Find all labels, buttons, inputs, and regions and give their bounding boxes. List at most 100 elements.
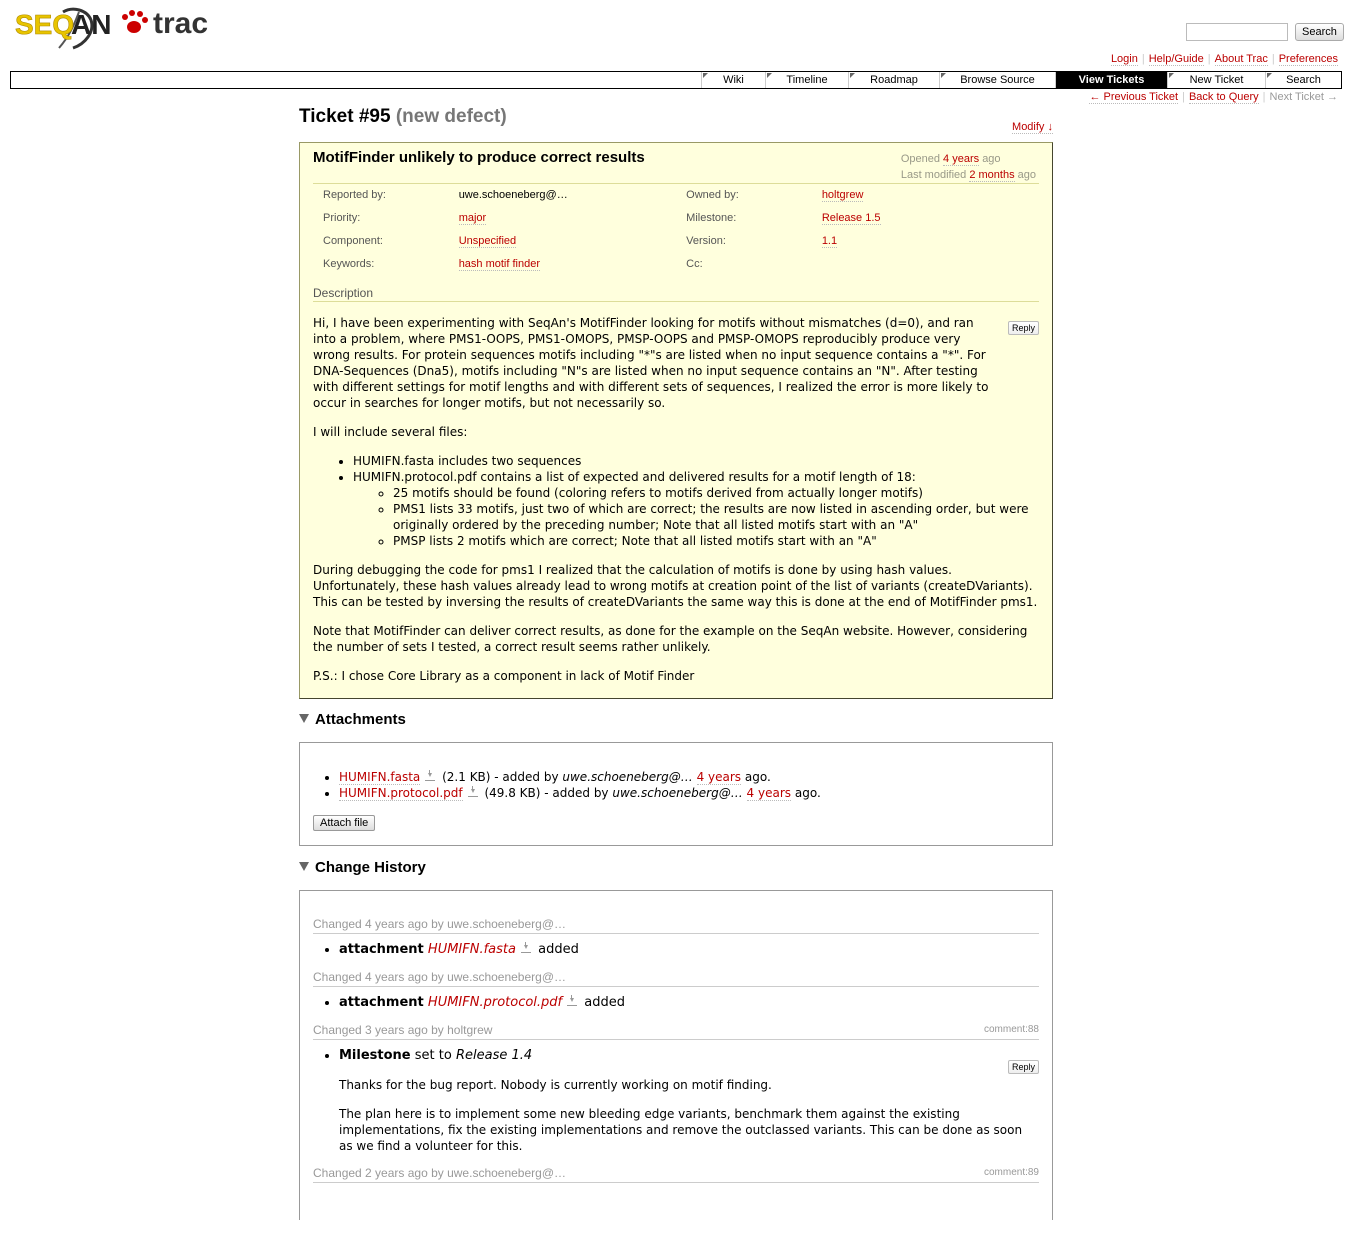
description-paragraph: Note that MotifFinder can deliver correc… [313,624,1028,654]
comment-paragraph: The plan here is to implement some new b… [339,1107,1023,1153]
cc-label: Cc: [686,258,703,270]
comment-number[interactable]: comment:88 [984,1023,1039,1037]
list-item: PMS1 lists 33 motifs, just two of which … [393,501,1039,533]
component-link[interactable]: Unspecified [458,235,517,248]
attachment-time-link[interactable]: 4 years [696,770,742,785]
section-title: Change History [315,859,426,876]
attachments-heading[interactable]: Attachments [299,710,1053,730]
attachments-box: HUMIFN.fasta (2.1 KB) - added by uwe.sch… [299,742,1053,846]
previous-ticket-link[interactable]: ← Previous Ticket [1089,91,1179,104]
section-title: Attachments [315,711,406,728]
attachment-link[interactable]: HUMIFN.fasta [428,942,516,957]
change-list: Milestone set to Release 1.4 [313,1048,1039,1064]
tab-roadmap[interactable]: Roadmap [848,72,939,88]
props-row: Reported by: uwe.schoeneberg@… Owned by:… [313,184,1039,208]
owned-by-link[interactable]: holtgrew [821,189,864,202]
meta-navigation: Login | Help/Guide | About Trac | Preferences [1107,53,1342,66]
back-to-query-link[interactable]: Back to Query [1188,91,1259,104]
change-body: Reply Milestone set to Release 1.4 Thank… [313,1048,1039,1154]
logo-text: trac [153,7,208,40]
ticket-status: (new defect) [395,106,507,127]
priority-label: Priority: [323,212,361,224]
change-value: Release 1.4 [455,1048,533,1063]
milestone-link[interactable]: Release 1.5 [821,212,881,225]
keywords-link[interactable]: hash motif finder [458,258,541,271]
separator: | [1262,91,1266,103]
search-input[interactable] [1186,23,1288,41]
reply-button[interactable]: Reply [1007,321,1039,335]
list-item-text: HUMIFN.protocol.pdf contains a list of e… [353,470,916,484]
keywords-label: Keywords: [323,258,375,270]
tab-timeline[interactable]: Timeline [765,72,848,88]
change-history-heading[interactable]: Change History [299,858,1053,878]
change-list: attachment HUMIFN.fasta added [313,942,1039,958]
download-icon[interactable] [467,786,478,797]
priority-link[interactable]: major [458,212,487,225]
corner-icon [941,73,946,78]
description-body: Hi, I have been experimenting with SeqAn… [313,315,1039,684]
seqan-trac-logo[interactable]: SEQ AN trac [15,4,235,54]
corner-icon [1169,73,1174,78]
attachment-author: uwe.schoeneberg@… [562,770,693,784]
list-item: HUMIFN.fasta includes two sequences [353,453,1039,469]
ticket-box: MotifFinder unlikely to produce correct … [299,142,1053,699]
help-guide-link[interactable]: Help/Guide [1148,53,1204,66]
attachment-time-link[interactable]: 4 years [746,786,792,801]
separator: | [1271,53,1275,65]
preferences-link[interactable]: Preferences [1278,53,1338,66]
svg-text:SEQ: SEQ [15,9,74,40]
modify-link[interactable]: Modify ↓ [1012,121,1053,134]
tab-wiki[interactable]: Wiki [701,72,765,88]
description-paragraph: P.S.: I chose Core Library as a componen… [313,669,695,683]
tab-search[interactable]: Search [1265,72,1341,88]
attachment-size: (49.8 KB) - added by [484,786,609,800]
attachment-link[interactable]: HUMIFN.fasta [339,770,421,785]
tab-new-ticket[interactable]: New Ticket [1167,72,1265,88]
version-link[interactable]: 1.1 [821,235,838,248]
change-history-box: Changed 4 years ago by uwe.schoeneberg@…… [299,890,1053,1220]
list-item: 25 motifs should be found (coloring refe… [393,485,1039,501]
description-paragraph: I will include several files: [313,425,468,439]
change-header: Changed 4 years ago by uwe.schoeneberg@… [313,917,1039,934]
modified-link[interactable]: 2 months [969,169,1015,182]
tab-label: Browse Source [960,74,1035,86]
search-button[interactable]: Search [1295,23,1344,41]
change-set-to: set to [414,1048,452,1063]
sub-list: 25 motifs should be found (coloring refe… [353,485,1039,549]
opened-label: Opened [900,153,940,165]
download-icon[interactable] [567,995,578,1006]
opened-link[interactable]: 4 years [943,153,980,166]
attachment-ago: ago. [744,770,771,784]
tab-label: New Ticket [1189,74,1244,86]
change-action: added [584,995,625,1010]
tab-browse-source[interactable]: Browse Source [939,72,1055,88]
triangle-down-icon [299,862,309,871]
change-header-text: Changed 4 years ago by uwe.schoeneberg@… [313,970,567,984]
download-icon[interactable] [425,770,436,781]
corner-icon [767,73,772,78]
opened-suffix: ago [982,153,1001,165]
comment-paragraph: Thanks for the bug report. Nobody is cur… [339,1078,772,1092]
attach-file-button[interactable]: Attach file [313,815,376,831]
modified-label: Last modified [900,169,967,181]
attachment-ago: ago. [794,786,821,800]
separator: | [1141,53,1145,65]
download-icon[interactable] [520,942,531,953]
list-item: HUMIFN.protocol.pdf (49.8 KB) - added by… [339,785,1039,801]
login-link[interactable]: Login [1110,53,1138,66]
triangle-down-icon [299,714,309,723]
attachment-size: (2.1 KB) - added by [442,770,559,784]
attachment-link[interactable]: HUMIFN.protocol.pdf [428,995,562,1010]
ticket-number: Ticket #95 [299,106,391,127]
reply-button[interactable]: Reply [1007,1060,1039,1074]
attachment-link[interactable]: HUMIFN.protocol.pdf [339,786,463,801]
opened-date: Opened 4 years ago [901,151,1036,167]
comment-number[interactable]: comment:89 [984,1166,1039,1180]
tab-view-tickets[interactable]: View Tickets [1055,72,1167,88]
props-row: Priority: major Milestone: Release 1.5 [313,207,1039,230]
change-header-text: Changed 4 years ago by uwe.schoeneberg@… [313,917,567,931]
context-navigation: ← Previous Ticket | Back to Query | Next Tic… [1085,91,1338,104]
attachment-author: uwe.schoeneberg@… [612,786,743,800]
modified-suffix: ago [1017,169,1036,181]
about-trac-link[interactable]: About Trac [1214,53,1268,66]
